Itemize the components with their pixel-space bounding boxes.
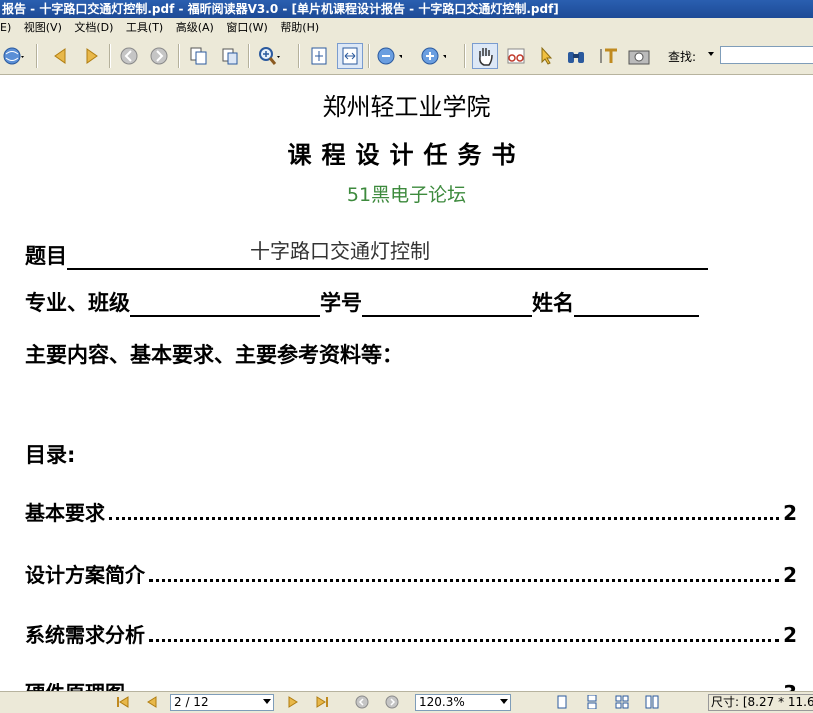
copy-page-icon[interactable] [186, 43, 212, 69]
menu-document[interactable]: 文档(D) [74, 18, 113, 38]
toc-entry-page: 2 [783, 501, 797, 525]
snapshot-icon[interactable] [626, 43, 652, 69]
last-page-icon[interactable] [314, 695, 330, 709]
continuous-page-icon[interactable] [584, 695, 600, 709]
back-icon[interactable] [354, 695, 370, 709]
back-icon[interactable] [116, 43, 142, 69]
continuous-facing-icon[interactable] [644, 695, 660, 709]
previous-page-icon[interactable] [144, 695, 160, 709]
page-number-field[interactable]: 2 / 12 [170, 694, 274, 711]
zoom-level-value: 120.3% [419, 695, 465, 709]
forward-icon[interactable] [384, 695, 400, 709]
document-page: 郑州轻工业学院 课程设计任务书 51黑电子论坛 题目 十字路口交通灯控制 专业、… [0, 75, 813, 691]
text-tool-icon[interactable] [596, 43, 622, 69]
menu-tools[interactable]: 工具(T) [126, 18, 163, 38]
toc-entry-title: 系统需求分析 [25, 623, 145, 647]
toc-entry[interactable]: 硬件原理图 3 [25, 677, 797, 691]
find-label: 查找: [668, 50, 697, 64]
next-page-icon[interactable] [79, 43, 105, 69]
forum-number: 51 [346, 184, 372, 206]
zoom-level-field[interactable]: 120.3% [415, 694, 511, 711]
menu-window[interactable]: 窗口(W) [226, 18, 267, 38]
facing-pages-icon[interactable] [614, 695, 630, 709]
next-page-icon[interactable] [285, 695, 301, 709]
name-label: 姓名 [532, 291, 574, 315]
first-page-icon[interactable] [115, 695, 131, 709]
major-label: 专业、班级 [25, 291, 130, 315]
binoculars-icon[interactable] [563, 43, 589, 69]
hand-tool-icon[interactable] [472, 43, 498, 69]
select-cursor-icon[interactable] [533, 43, 559, 69]
toc-entry-title: 硬件原理图 [25, 677, 125, 691]
globe-icon[interactable] [0, 43, 26, 69]
toolbar: 查找: [0, 38, 813, 75]
toc-entry[interactable]: 设计方案简介 2 [25, 559, 797, 588]
zoom-out-icon[interactable] [376, 43, 402, 69]
find-input[interactable] [720, 46, 813, 64]
window-title: 报告 - 十字路口交通灯控制.pdf - 福昕阅读器V3.0 - [单片机课程设… [0, 0, 813, 18]
topic-label: 题目 [25, 244, 67, 268]
page-size-readout: 尺寸: [8.27 * 11.6 [708, 694, 813, 711]
fit-page-icon[interactable] [306, 43, 332, 69]
student-id-label: 学号 [320, 291, 362, 315]
toc-entry-title: 基本要求 [25, 501, 105, 525]
major-row: 专业、班级 学号 姓名 [25, 287, 699, 317]
forum-watermark: 51黑电子论坛 [0, 180, 813, 207]
toc-entry-page: 2 [783, 563, 797, 587]
reading-glasses-icon[interactable] [503, 43, 529, 69]
menu-help[interactable]: 帮助(H) [280, 18, 319, 38]
forum-text: 黑电子论坛 [371, 184, 467, 206]
topic-value: 十字路口交通灯控制 [250, 239, 430, 263]
first-page-icon[interactable] [47, 43, 73, 69]
menu-view[interactable]: 视图(V) [24, 18, 62, 38]
toc-entry-page: 2 [783, 623, 797, 647]
forward-icon[interactable] [146, 43, 172, 69]
find-options-icon[interactable] [708, 52, 714, 56]
zoom-in-icon[interactable] [420, 43, 446, 69]
content-label: 主要内容、基本要求、主要参考资料等： [25, 343, 403, 367]
menu-bar: E) 视图(V) 文档(D) 工具(T) 高级(A) 窗口(W) 帮助(H) [0, 18, 813, 38]
zoom-in-tool-icon[interactable] [256, 43, 282, 69]
toc-entry[interactable]: 系统需求分析 2 [25, 619, 797, 648]
toc-title: 目录: [25, 443, 76, 467]
fit-width-icon[interactable] [337, 43, 363, 69]
single-page-icon[interactable] [554, 695, 570, 709]
toc-entry-title: 设计方案简介 [25, 563, 145, 587]
status-bar: 2 / 12 120.3% 尺寸: [8.27 * 11.6 [0, 691, 813, 713]
menu-edit[interactable]: E) [0, 18, 11, 38]
menu-advanced[interactable]: 高级(A) [176, 18, 214, 38]
page-number-value: 2 / 12 [174, 695, 209, 709]
document-heading: 课程设计任务书 [287, 141, 526, 169]
toc-entry[interactable]: 基本要求 2 [25, 497, 797, 526]
toc-entry-page: 3 [783, 681, 797, 691]
school-name: 郑州轻工业学院 [322, 93, 491, 121]
paste-page-icon[interactable] [217, 43, 243, 69]
